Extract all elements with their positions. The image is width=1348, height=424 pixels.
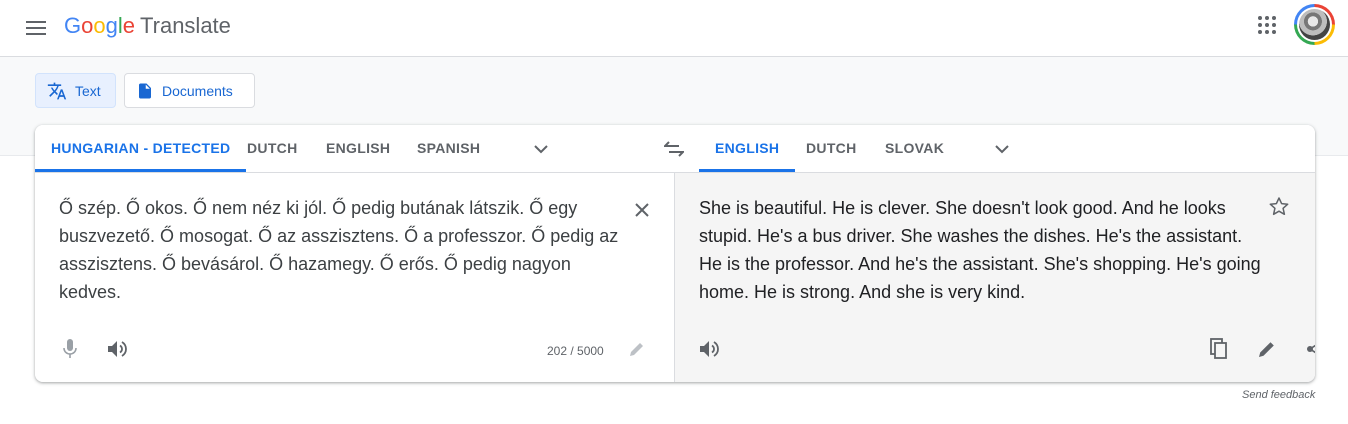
- share-icon: [1307, 344, 1315, 354]
- close-icon: [635, 203, 649, 217]
- logo-letter: e: [122, 13, 136, 38]
- target-lang-tab-english[interactable]: ENGLISH: [699, 125, 796, 172]
- translate-icon: [47, 81, 67, 101]
- documents-mode-button[interactable]: Documents: [124, 73, 255, 108]
- chevron-down-icon: [534, 144, 548, 153]
- logo-letter: g: [105, 13, 118, 38]
- google-apps-button[interactable]: [1251, 9, 1283, 41]
- speaker-icon: [700, 341, 719, 357]
- language-bar: HUNGARIAN - DETECTED DUTCH ENGLISH SPANI…: [35, 125, 1315, 173]
- swap-languages-button[interactable]: [662, 137, 686, 161]
- swap-icon: [664, 141, 684, 157]
- character-count: 202 / 5000: [547, 344, 604, 358]
- save-translation-button[interactable]: [1261, 188, 1297, 224]
- text-mode-button[interactable]: Text: [35, 73, 116, 108]
- product-name: Translate: [140, 13, 231, 38]
- copy-icon: [1210, 338, 1227, 359]
- target-lang-more-button[interactable]: [990, 137, 1014, 161]
- microphone-icon: [63, 339, 77, 358]
- share-translation-button[interactable]: [1297, 331, 1315, 367]
- logo-letter: o: [93, 13, 106, 38]
- menu-icon: [26, 21, 46, 35]
- target-pane: She is beautiful. He is clever. She does…: [674, 173, 1315, 382]
- handwriting-button[interactable]: [619, 331, 655, 367]
- document-icon: [136, 82, 154, 100]
- pencil-icon: [1259, 342, 1274, 357]
- apps-grid-icon: [1258, 16, 1276, 34]
- translation-card: HUNGARIAN - DETECTED DUTCH ENGLISH SPANI…: [35, 125, 1315, 382]
- send-feedback-link[interactable]: Send feedback: [1242, 389, 1315, 401]
- source-lang-tab-dutch[interactable]: DUTCH: [247, 125, 298, 172]
- source-lang-more-button[interactable]: [529, 137, 553, 161]
- speaker-icon: [108, 341, 127, 357]
- google-translate-logo[interactable]: Google Translate: [64, 12, 231, 40]
- logo-letter: G: [64, 13, 82, 38]
- voice-input-button[interactable]: [52, 331, 88, 367]
- clear-text-button[interactable]: [624, 192, 660, 228]
- logo-letter: o: [81, 13, 94, 38]
- avatar-frame: [1297, 7, 1332, 42]
- text-mode-label: Text: [75, 82, 101, 99]
- avatar-image: [1299, 9, 1330, 40]
- account-avatar[interactable]: [1294, 4, 1335, 45]
- source-lang-tab-spanish[interactable]: SPANISH: [417, 125, 480, 172]
- main-menu-button[interactable]: [18, 10, 54, 46]
- source-lang-tab-detected[interactable]: HUNGARIAN - DETECTED: [35, 125, 247, 172]
- chevron-down-icon: [995, 144, 1009, 153]
- app-header: Google Translate: [0, 0, 1348, 57]
- source-text-input[interactable]: Ő szép. Ő okos. Ő nem néz ki jól. Ő pedi…: [59, 194, 619, 306]
- star-icon: [1269, 196, 1289, 215]
- copy-translation-button[interactable]: [1201, 331, 1237, 367]
- listen-translation-button[interactable]: [692, 331, 728, 367]
- translation-output: She is beautiful. He is clever. She does…: [699, 198, 1261, 302]
- source-lang-tab-english[interactable]: ENGLISH: [326, 125, 390, 172]
- source-pane: Ő szép. Ő okos. Ő nem néz ki jól. Ő pedi…: [35, 173, 674, 382]
- pencil-icon: [630, 343, 643, 356]
- listen-source-button[interactable]: [100, 331, 136, 367]
- documents-mode-label: Documents: [162, 82, 233, 99]
- target-lang-tab-dutch[interactable]: DUTCH: [806, 125, 857, 172]
- edit-translation-button[interactable]: [1249, 331, 1285, 367]
- target-lang-tab-slovak[interactable]: SLOVAK: [885, 125, 944, 172]
